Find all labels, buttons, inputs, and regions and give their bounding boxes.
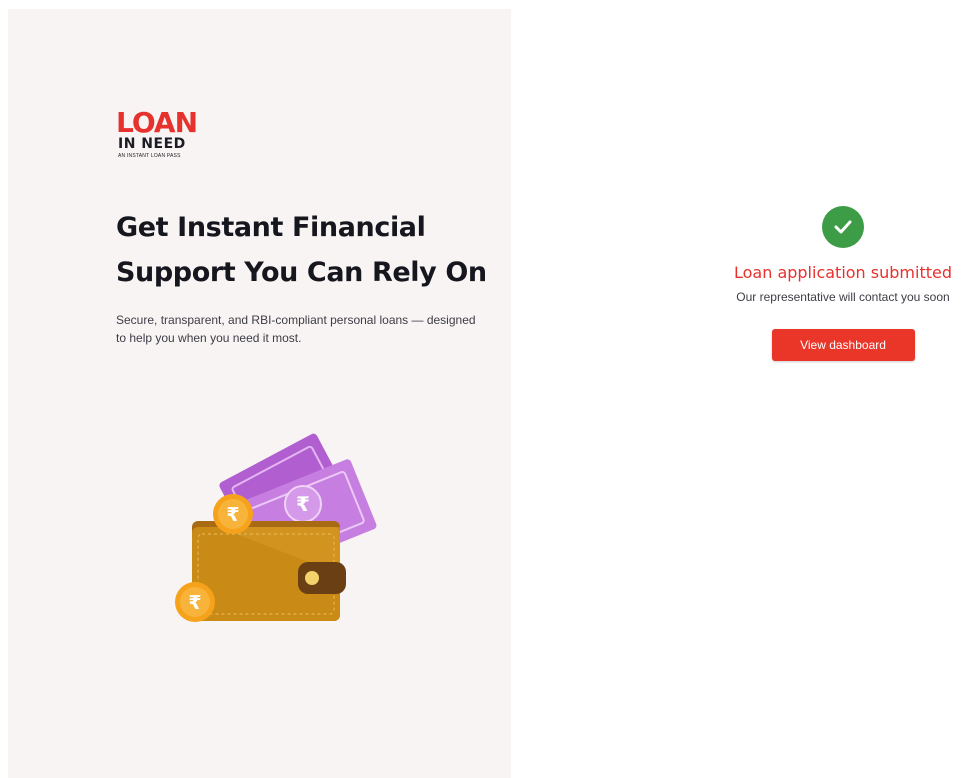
wallet-illustration: ₹ ₹ ₹ (175, 433, 377, 622)
view-dashboard-button[interactable]: View dashboard (771, 329, 915, 361)
wallet (192, 521, 346, 621)
status-title: Loan application submitted (733, 263, 952, 282)
logo-tagline: AN INSTANT LOAN PASS (118, 153, 181, 159)
checkmark-icon (834, 220, 852, 234)
hero-headline: Get Instant Financial Support You Can Re… (116, 205, 496, 295)
status-message: Our representative will contact you soon (736, 290, 950, 304)
hero-panel: LOAN IN NEED AN INSTANT LOAN PASS Get In… (8, 9, 511, 778)
headline-line-2: Support You Can Rely On (116, 257, 487, 288)
brand-logo: LOAN IN NEED AN INSTANT LOAN PASS (116, 108, 216, 168)
check-circle-icon (822, 206, 864, 248)
rupee-symbol-note: ₹ (296, 492, 310, 516)
headline-line-1: Get Instant Financial (116, 212, 426, 243)
hero-subtext: Secure, transparent, and RBI-compliant p… (116, 313, 476, 345)
coin-bottom: ₹ (175, 582, 215, 622)
logo-subword: IN NEED (118, 136, 186, 152)
coin-top: ₹ (213, 494, 253, 534)
submission-status: Loan application submitted Our represent… (690, 206, 972, 361)
rupee-symbol-coin-bottom: ₹ (188, 592, 201, 614)
logo-wordmark: LOAN (116, 106, 198, 139)
rupee-symbol-coin-top: ₹ (226, 504, 239, 526)
logo-word: LOAN (116, 106, 198, 139)
